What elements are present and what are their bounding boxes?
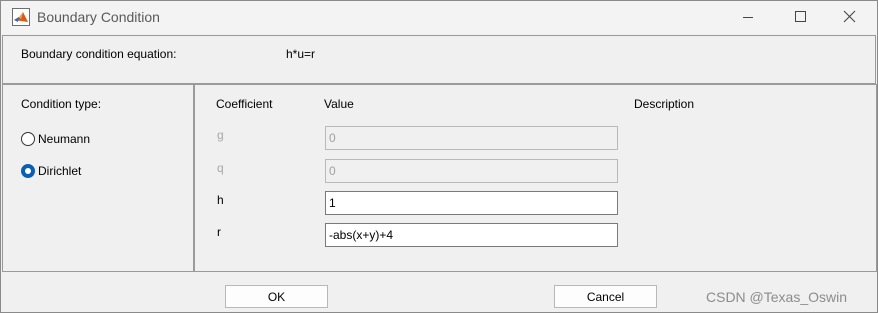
coefficient-panel: Coefficient Value Description g q h r [194, 84, 877, 272]
coefficient-header: Coefficient [216, 97, 273, 111]
value-field-h[interactable] [325, 191, 618, 215]
value-header: Value [324, 97, 354, 111]
equation-label: Boundary condition equation: [21, 47, 177, 61]
equation-panel: Boundary condition equation: h*u=r [2, 35, 876, 84]
neumann-option[interactable]: Neumann [21, 131, 90, 147]
neumann-label: Neumann [38, 132, 91, 146]
value-field-r[interactable] [325, 223, 618, 247]
cancel-button[interactable]: Cancel [554, 285, 657, 308]
coef-label-r: r [217, 225, 221, 239]
matlab-logo-icon [12, 8, 30, 26]
close-icon [843, 10, 856, 23]
dirichlet-option[interactable]: Dirichlet [21, 163, 81, 179]
minimize-icon [743, 17, 753, 18]
equation-value: h*u=r [286, 47, 316, 61]
condition-type-title: Condition type: [21, 97, 102, 111]
coef-label-g: g [217, 128, 224, 142]
value-field-g [325, 126, 618, 150]
maximize-icon [795, 11, 806, 22]
boundary-condition-dialog: Boundary Condition Boundary condition eq… [0, 0, 878, 313]
dirichlet-radio[interactable] [21, 164, 35, 178]
watermark: CSDN @Texas_Oswin [706, 289, 848, 305]
condition-type-panel: Condition type: Neumann Dirichlet [2, 84, 194, 272]
ok-button[interactable]: OK [225, 285, 328, 308]
coef-label-q: q [217, 161, 224, 175]
description-header: Description [634, 97, 695, 111]
maximize-button[interactable] [777, 1, 823, 34]
dirichlet-label: Dirichlet [38, 164, 82, 178]
title-bar: Boundary Condition [1, 1, 877, 34]
value-field-q [325, 159, 618, 183]
neumann-radio[interactable] [21, 132, 35, 146]
close-button[interactable] [827, 1, 873, 34]
window-title: Boundary Condition [37, 9, 160, 25]
coef-label-h: h [217, 193, 224, 207]
minimize-button[interactable] [725, 1, 771, 34]
